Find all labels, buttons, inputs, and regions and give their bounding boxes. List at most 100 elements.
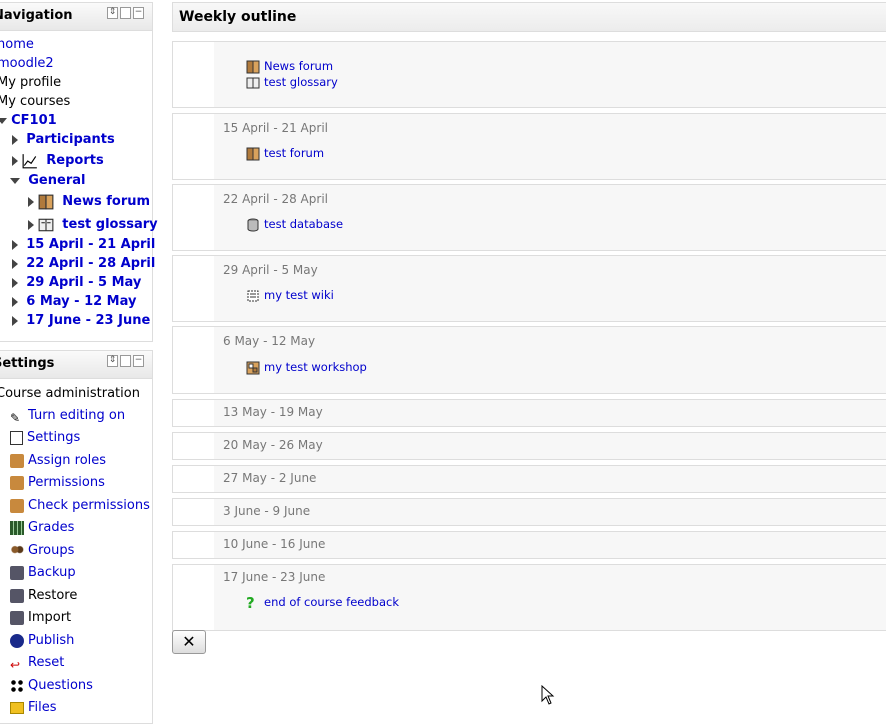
nav-test-glossary[interactable]: test glossary: [62, 217, 157, 232]
check-permissions-link[interactable]: Check permissions: [28, 498, 150, 513]
forum-icon: [38, 194, 54, 209]
collapsed-icon[interactable]: [12, 277, 18, 288]
activity-test-glossary[interactable]: test glossary: [264, 75, 338, 89]
nav-general[interactable]: General: [28, 173, 85, 188]
section-title: 10 June - 16 June: [223, 537, 326, 551]
nav-my-courses[interactable]: My courses: [0, 94, 70, 109]
reset-link[interactable]: Reset: [28, 655, 64, 670]
collapse-icon[interactable]: −: [133, 355, 144, 367]
nav-week-5[interactable]: 17 June - 23 June: [26, 313, 150, 328]
activity-my-test-workshop[interactable]: my test workshop: [264, 360, 367, 374]
nav-week-1[interactable]: 15 April - 21 April: [26, 237, 155, 252]
nav-site[interactable]: moodle2: [0, 56, 54, 71]
activity-end-of-course-feedback[interactable]: end of course feedback: [264, 595, 399, 609]
collapsed-icon[interactable]: [28, 196, 34, 207]
activity-test-database[interactable]: test database: [264, 217, 343, 231]
glossary-icon: [246, 77, 260, 88]
restore-link[interactable]: Restore: [28, 588, 77, 603]
section-week-5: 13 May - 19 May: [172, 399, 886, 427]
nav-course-cf101[interactable]: CF101: [11, 113, 57, 128]
activity-row[interactable]: ? end of course feedback: [246, 595, 399, 610]
dock-icon[interactable]: [120, 355, 131, 367]
move-icon[interactable]: ⇕: [107, 7, 118, 19]
weekly-outline-title: Weekly outline: [179, 9, 297, 25]
collapse-icon[interactable]: −: [133, 7, 144, 19]
groups-icon: [10, 543, 24, 558]
nav-week-3[interactable]: 29 April - 5 May: [26, 275, 141, 290]
collapsed-icon[interactable]: [12, 315, 18, 326]
section-title: 17 June - 23 June: [223, 570, 326, 584]
nav-week-2[interactable]: 22 April - 28 April: [26, 256, 155, 271]
activity-row[interactable]: my test wiki: [246, 288, 334, 303]
section-week-1: 15 April - 21 April test forum: [172, 113, 886, 180]
nav-my-profile[interactable]: My profile: [0, 75, 61, 90]
section-week-7: 27 May - 2 June: [172, 465, 886, 493]
section-title: 15 April - 21 April: [223, 121, 328, 135]
section-week-4: 6 May - 12 May my test workshop: [172, 326, 886, 394]
database-icon: [247, 218, 259, 231]
course-administration-label[interactable]: Course administration: [0, 386, 140, 401]
publish-icon: [10, 633, 24, 648]
section-title: 27 May - 2 June: [223, 471, 317, 485]
feedback-icon: ?: [246, 593, 255, 612]
grades-link[interactable]: Grades: [28, 520, 74, 535]
assign-roles-link[interactable]: Assign roles: [28, 453, 106, 468]
section-title: 22 April - 28 April: [223, 192, 328, 206]
expanded-icon[interactable]: [0, 117, 7, 124]
turn-editing-on-link[interactable]: Turn editing on: [28, 408, 125, 423]
activity-my-test-wiki[interactable]: my test wiki: [264, 288, 334, 302]
roles-icon: [10, 453, 24, 468]
expanded-icon[interactable]: [10, 177, 20, 184]
section-week-6: 20 May - 26 May: [172, 432, 886, 460]
section-week-8: 3 June - 9 June: [172, 498, 886, 526]
questions-link[interactable]: Questions: [28, 678, 93, 693]
activity-news-forum[interactable]: News forum: [264, 59, 333, 73]
section-week-10: 17 June - 23 June ? end of course feedbac…: [172, 564, 886, 631]
collapsed-icon[interactable]: [12, 296, 18, 307]
backup-icon: [10, 565, 24, 580]
activity-row[interactable]: test glossary: [246, 75, 338, 90]
permissions-icon: [10, 475, 24, 490]
collapsed-icon[interactable]: [12, 239, 18, 250]
activity-test-forum[interactable]: test forum: [264, 146, 324, 160]
close-button[interactable]: ✕: [172, 630, 206, 654]
section-week-9: 10 June - 16 June: [172, 531, 886, 559]
section-title: 6 May - 12 May: [223, 334, 316, 348]
wiki-icon: [247, 290, 259, 301]
collapsed-icon[interactable]: [28, 219, 34, 230]
nav-news-forum[interactable]: News forum: [62, 194, 150, 209]
weekly-outline-header: Weekly outline: [172, 2, 886, 32]
collapsed-icon[interactable]: [12, 258, 18, 269]
activity-row[interactable]: News forum: [246, 59, 333, 74]
groups-link[interactable]: Groups: [28, 543, 74, 558]
settings-link[interactable]: Settings: [27, 430, 80, 445]
activity-row[interactable]: test forum: [246, 146, 324, 161]
activity-row[interactable]: test database: [246, 217, 343, 232]
section-title: 3 June - 9 June: [223, 504, 311, 518]
section-general: News forum test glossary: [172, 41, 886, 108]
collapsed-icon[interactable]: [12, 155, 18, 166]
nav-home[interactable]: home: [0, 37, 34, 52]
nav-participants[interactable]: Participants: [26, 132, 114, 147]
dock-icon[interactable]: [120, 7, 131, 19]
publish-link[interactable]: Publish: [28, 633, 74, 648]
navigation-block: Navigation ⇕ − home moodle2 My profile M…: [0, 2, 158, 342]
grades-icon: [10, 520, 24, 535]
settings-title: Settings: [0, 356, 55, 371]
collapsed-icon[interactable]: [12, 134, 18, 145]
section-title: 13 May - 19 May: [223, 405, 323, 419]
check-permissions-icon: [10, 498, 24, 513]
nav-reports[interactable]: Reports: [46, 153, 103, 168]
import-link[interactable]: Import: [28, 610, 71, 625]
settings-icon: [10, 430, 23, 445]
mouse-cursor-icon: [541, 685, 555, 705]
activity-row[interactable]: my test workshop: [246, 360, 367, 375]
edit-icon: ✎: [10, 410, 21, 425]
move-icon[interactable]: ⇕: [107, 355, 118, 367]
permissions-link[interactable]: Permissions: [28, 475, 105, 490]
settings-block: Settings ⇕ − Course administration ✎ Turn…: [0, 350, 153, 724]
import-icon: [10, 610, 24, 625]
nav-week-4[interactable]: 6 May - 12 May: [26, 294, 136, 309]
backup-link[interactable]: Backup: [28, 565, 76, 580]
files-link[interactable]: Files: [28, 700, 57, 715]
